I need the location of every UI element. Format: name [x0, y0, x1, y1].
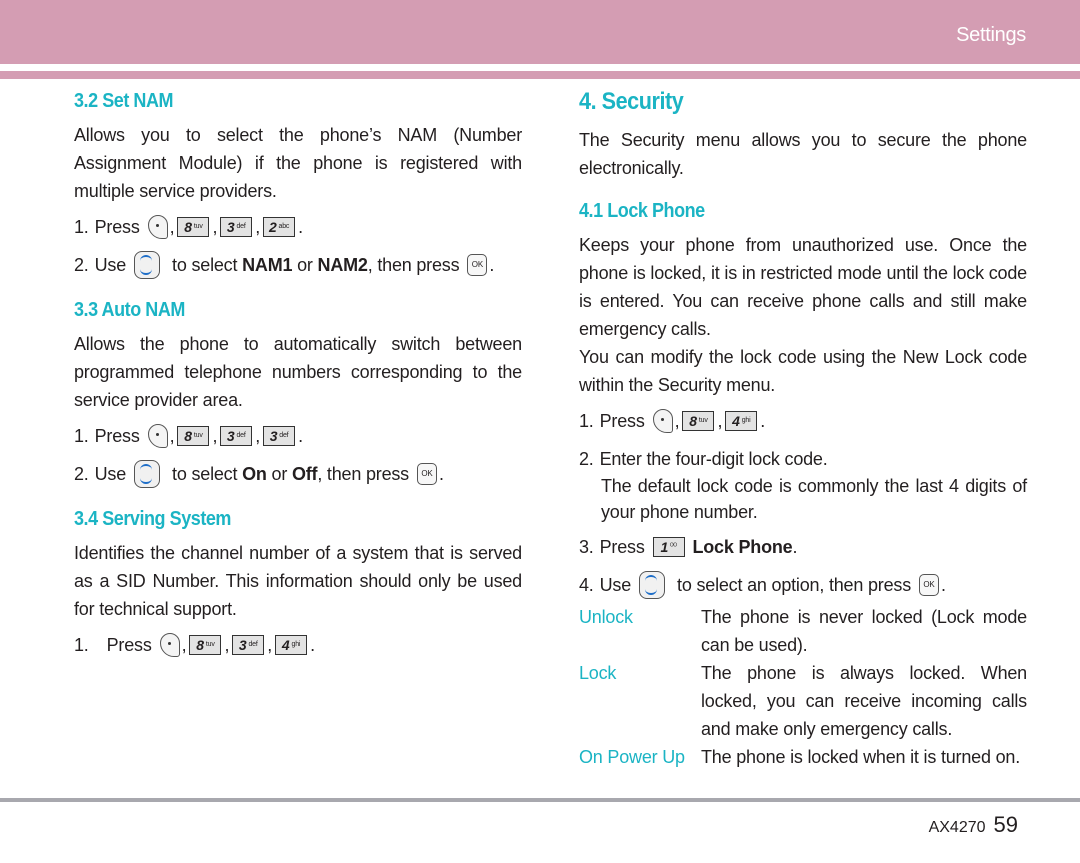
key-3-icon: 3 def	[232, 635, 265, 655]
menu-soft-key-icon	[147, 215, 168, 239]
key-3-icon: 3 def	[220, 426, 253, 446]
model-name: AX4270	[928, 819, 986, 836]
lock-phone-heading: 4.1 Lock Phone	[579, 200, 705, 222]
lock-phone-step-4: 4. Use to select an option, then press O…	[579, 571, 1027, 599]
key-3-icon: 3 def	[263, 426, 296, 446]
key-4-icon: 4 ghi	[275, 635, 308, 655]
serving-system-section: 3.4 Serving System Identifies the channe…	[74, 508, 522, 659]
page-footer: AX4270 59	[929, 812, 1018, 838]
lock-phone-step-2-note: The default lock code is commonly the la…	[601, 476, 1027, 522]
lock-phone-body-1: Keeps your phone from unauthorized use. …	[579, 235, 1027, 339]
navigation-key-icon	[134, 460, 161, 488]
key-8-icon: 8 tuv	[177, 217, 210, 237]
key-1-voicemail-icon: 1 ᴼᴼ	[652, 537, 685, 557]
key-8-icon: 8 tuv	[682, 411, 715, 431]
key-4-icon: 4 ghi	[725, 411, 758, 431]
security-heading: 4. Security	[579, 88, 684, 115]
lock-phone-step-2: 2. Enter the four-digit lock code.	[579, 449, 828, 469]
lock-phone-section: 4.1 Lock Phone Keeps your phone from una…	[579, 200, 1027, 771]
ok-key-icon: OK	[416, 463, 437, 485]
set-nam-body: Allows you to select the phone’s NAM (Nu…	[74, 125, 522, 201]
navigation-key-icon	[134, 251, 161, 279]
menu-soft-key-icon	[652, 409, 673, 433]
lock-options-list: Unlock The phone is never locked (Lock m…	[579, 603, 1027, 771]
serving-system-heading: 3.4 Serving System	[74, 508, 231, 530]
auto-nam-body: Allows the phone to automatically switch…	[74, 334, 522, 410]
header-band	[0, 0, 1080, 64]
menu-soft-key-icon	[147, 424, 168, 448]
lock-phone-step-1: 1. Press , 8 tuv, 4 ghi.	[579, 409, 766, 433]
footer-rule	[0, 798, 1080, 802]
auto-nam-step-1: 1. Press , 8 tuv, 3 def, 3 def.	[74, 424, 303, 448]
option-on-power-up: On Power Up The phone is locked when it …	[579, 747, 1020, 767]
key-3-icon: 3 def	[220, 217, 253, 237]
section-title: Settings	[956, 24, 1026, 46]
lock-phone-step-3: 3. Press 1 ᴼᴼ Lock Phone.	[579, 537, 798, 557]
set-nam-section: 3.2 Set NAM Allows you to select the pho…	[74, 90, 522, 279]
option-unlock: Unlock The phone is never locked (Lock m…	[579, 607, 1027, 655]
page-number: 59	[993, 812, 1018, 837]
auto-nam-section: 3.3 Auto NAM Allows the phone to automat…	[74, 299, 522, 488]
serving-system-body: Identifies the channel number of a syste…	[74, 543, 522, 619]
security-section: 4. Security The Security menu allows you…	[579, 88, 1027, 182]
serving-system-step-1: 1. Press , 8 tuv, 3 def, 4 ghi.	[74, 633, 315, 657]
security-body: The Security menu allows you to secure t…	[579, 130, 1027, 178]
header-stripe	[0, 71, 1080, 79]
set-nam-heading: 3.2 Set NAM	[74, 90, 174, 112]
menu-soft-key-icon	[159, 633, 180, 657]
key-2-icon: 2 abc	[263, 217, 296, 237]
left-column: 3.2 Set NAM Allows you to select the pho…	[74, 88, 522, 659]
key-8-icon: 8 tuv	[177, 426, 210, 446]
right-column: 4. Security The Security menu allows you…	[579, 88, 1027, 771]
navigation-key-icon	[639, 571, 666, 599]
lock-phone-body-2: You can modify the lock code using the N…	[579, 347, 1027, 395]
set-nam-step-1: 1. Press , 8 tuv, 3 def, 2 abc.	[74, 215, 303, 239]
set-nam-step-2: 2. Use to select NAM1 or NAM2, then pres…	[74, 251, 522, 279]
ok-key-icon: OK	[919, 574, 939, 596]
key-8-icon: 8 tuv	[189, 635, 222, 655]
ok-key-icon: OK	[467, 254, 488, 276]
auto-nam-step-2: 2. Use to select On or Off, then press O…	[74, 460, 522, 488]
option-lock: Lock The phone is always locked. When lo…	[579, 663, 1027, 739]
auto-nam-heading: 3.3 Auto NAM	[74, 299, 185, 321]
